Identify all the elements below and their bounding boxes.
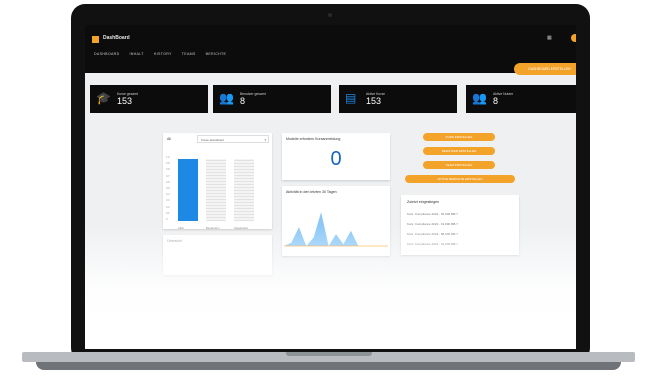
avatar[interactable] <box>571 34 576 42</box>
graduation-cap-icon: 🎓 <box>96 91 111 105</box>
kpi-value: 8 <box>240 96 246 106</box>
top-bar: DashBoard DASHBOARD INHALT HISTORY TEAMS… <box>85 25 576 73</box>
nav-inhalt[interactable]: INHALT <box>129 52 143 56</box>
enrollment-card: Modelle erfordern Kursanmeldung 0 <box>282 133 390 180</box>
y-tick-label: 0 <box>166 218 168 221</box>
notification-icon[interactable]: ▦ <box>547 35 552 41</box>
list-item[interactable]: Kurs: Compliance 2024 - 45,000 MB.7 <box>407 212 458 216</box>
nav-dashboard[interactable]: DASHBOARD <box>94 52 119 56</box>
users-icon: 👥 <box>219 91 234 105</box>
kpi-aktive-kurse[interactable]: ▤ Aktive Kurse 153 <box>339 85 457 113</box>
create-course-button[interactable]: KURS ERSTELLEN <box>423 133 495 141</box>
kpi-value: 153 <box>117 96 133 106</box>
y-tick-label: 0.8 <box>166 168 170 172</box>
y-tick-label: 0.1 <box>166 211 170 215</box>
enrollment-count: 0 <box>330 148 342 170</box>
screen: DashBoard DASHBOARD INHALT HISTORY TEAMS… <box>85 25 576 349</box>
chart-bar[interactable] <box>178 159 198 221</box>
kpi-value: 153 <box>366 96 382 106</box>
kpi-kurse[interactable]: 🎓 Kurse gesamt 153 <box>90 85 208 113</box>
course-select[interactable]: Kurse aktualisiert ▾ <box>197 135 269 143</box>
y-tick-label: 0.6 <box>166 180 170 184</box>
brand-name: DashBoard <box>103 35 130 41</box>
camera <box>328 13 332 17</box>
fade-overlay <box>85 225 576 349</box>
y-tick-label: 0.3 <box>166 199 170 203</box>
create-report-button[interactable]: AKTIVE BERICHTE ERSTELLEN <box>405 175 515 183</box>
laptop-base <box>0 352 657 378</box>
y-tick-label: 0.2 <box>166 205 170 209</box>
calendar-icon: ▤ <box>345 91 357 105</box>
laptop-lid: DashBoard DASHBOARD INHALT HISTORY TEAMS… <box>71 4 590 362</box>
chart-bar[interactable] <box>234 159 254 221</box>
card-title: Aktivität in den letzten 30 Tagen <box>286 190 337 194</box>
create-dashboard-button[interactable]: DASHBOARD ERSTELLEN <box>514 63 576 75</box>
nav-history[interactable]: HISTORY <box>154 52 172 56</box>
nav-berichte[interactable]: BERICHTE <box>206 52 227 56</box>
base-notch <box>286 352 372 356</box>
y-tick-label: 0.7 <box>166 174 170 178</box>
base-bottom <box>36 362 621 370</box>
card-title: Modelle erfordern Kursanmeldung <box>286 137 341 141</box>
create-user-button[interactable]: BENUTZER ERSTELLEN <box>423 147 495 155</box>
chevron-down-icon: ▾ <box>264 138 266 142</box>
logo-icon <box>92 36 99 43</box>
chart-bar[interactable] <box>206 159 226 221</box>
kpi-benutzer[interactable]: 👥 Benutzer gesamt 8 <box>213 85 331 113</box>
y-tick-label: 1.0 <box>166 156 170 159</box>
kpi-aktive-nutzer[interactable]: 👥 Aktive Nutzer 8 <box>466 85 576 113</box>
kpi-value: 8 <box>493 96 499 106</box>
card-title: Zuletzt eingestiegen <box>407 200 440 204</box>
y-tick-label: 0.4 <box>166 193 170 197</box>
y-tick-label: 0.5 <box>166 187 170 190</box>
main-nav: DASHBOARD INHALT HISTORY TEAMS BERICHTE <box>94 52 226 56</box>
course-chart-card: All Kurse aktualisiert ▾ 1.0 0.9 0.8 0.7 0.6… <box>163 133 272 231</box>
bar-chart: 1.00.90.80.70.60.50.40.30.20.10AktivBest… <box>166 153 264 231</box>
y-tick-label: 0.9 <box>166 162 170 166</box>
users-icon: 👥 <box>472 91 487 105</box>
card-title: All <box>167 137 171 141</box>
nav-teams[interactable]: TEAMS <box>182 52 196 56</box>
select-value: Kurse aktualisiert <box>201 138 225 142</box>
create-team-button[interactable]: TEAM ERSTELLEN <box>423 161 495 169</box>
